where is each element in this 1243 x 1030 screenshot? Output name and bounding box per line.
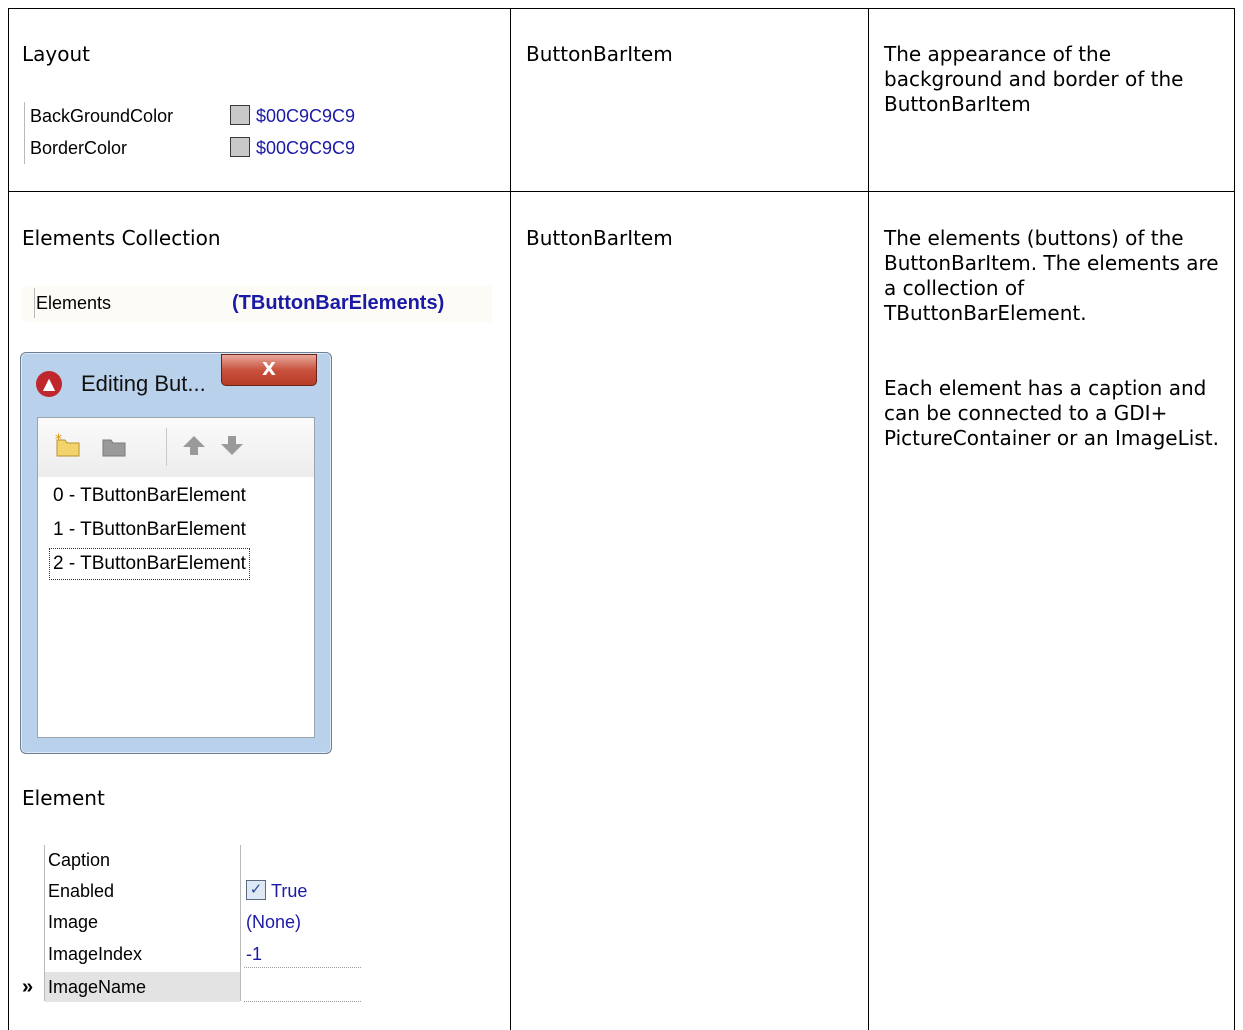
layout-component: ButtonBarItem (526, 42, 673, 66)
prop-name-imageindex[interactable]: ImageIndex (48, 939, 142, 969)
prop-value-bordercolor[interactable]: $00C9C9C9 (230, 133, 355, 163)
color-swatch-icon (230, 137, 250, 158)
row-dotted-divider (244, 967, 362, 968)
prop-name-imagename[interactable]: ImageName (48, 972, 146, 1002)
prop-value-text: $00C9C9C9 (256, 106, 356, 126)
elements-list[interactable]: 0 - TButtonBarElement 1 - TButtonBarElem… (37, 477, 315, 738)
prop-value-backgroundcolor[interactable]: $00C9C9C9 (230, 101, 355, 131)
list-item[interactable]: 0 - TButtonBarElement (50, 481, 249, 511)
app-icon: ▲ (36, 371, 62, 397)
element-property-grid: Caption Enabled ✓ True Image (None) Image… (22, 843, 364, 1003)
add-item-icon[interactable]: * (52, 432, 84, 462)
close-icon: X (262, 359, 276, 380)
table-col-divider-2 (868, 8, 869, 1030)
dialog-title: Editing But... (81, 371, 206, 396)
prop-value-imageindex[interactable]: -1 (246, 939, 262, 969)
prop-value-text: $00C9C9C9 (256, 138, 356, 158)
row-dotted-divider (244, 1001, 362, 1002)
row-selector-icon: » (22, 976, 34, 998)
prop-name-enabled[interactable]: Enabled (48, 876, 114, 906)
prop-value-enabled[interactable]: ✓ True (246, 876, 307, 906)
prop-name-image[interactable]: Image (48, 907, 98, 937)
pg-gutter (34, 288, 35, 318)
layout-property-grid: BackGroundColor $00C9C9C9 BorderColor $0… (22, 100, 402, 166)
element-heading: Element (22, 786, 105, 810)
prop-value-image[interactable]: (None) (246, 907, 301, 937)
move-up-icon[interactable] (178, 432, 210, 462)
toolbar-separator (166, 428, 167, 466)
list-item-focused[interactable]: 2 - TButtonBarElement (49, 548, 250, 580)
table-col-divider-1 (510, 8, 511, 1030)
elements-description-2: Each element has a caption and can be co… (884, 376, 1219, 450)
collection-editor-dialog: ▲ Editing But... X * 0 - TButtonBarEleme… (20, 352, 332, 754)
prop-value-elements[interactable]: (TButtonBarElements) (232, 288, 444, 318)
prop-name-backgroundcolor[interactable]: BackGroundColor (30, 101, 173, 131)
prop-name-caption[interactable]: Caption (48, 845, 110, 875)
delete-item-icon[interactable] (98, 432, 130, 462)
dialog-toolbar: * (37, 417, 315, 479)
prop-name-bordercolor[interactable]: BorderColor (30, 133, 127, 163)
elements-property-grid: Elements (TButtonBarElements) (22, 286, 492, 322)
elements-collection-heading: Elements Collection (22, 226, 221, 250)
color-swatch-icon (230, 105, 250, 126)
layout-heading: Layout (22, 42, 90, 66)
table-row-divider (8, 191, 1235, 192)
prop-value-text: True (271, 881, 308, 901)
list-item[interactable]: 1 - TButtonBarElement (50, 515, 249, 545)
move-down-icon[interactable] (216, 432, 248, 462)
close-button[interactable]: X (221, 354, 317, 386)
pg-column-divider (240, 845, 241, 1001)
table-border-top (8, 8, 1235, 9)
elements-description-1: The elements (buttons) of the ButtonBarI… (884, 226, 1219, 325)
svg-text:*: * (55, 432, 62, 448)
table-border-right (1234, 8, 1235, 1030)
elements-component: ButtonBarItem (526, 226, 673, 250)
checkbox-checked-icon[interactable]: ✓ (246, 880, 266, 901)
table-border-left (8, 8, 9, 1030)
prop-name-elements[interactable]: Elements (36, 288, 111, 318)
pg-gutter (24, 102, 25, 164)
layout-description: The appearance of the background and bor… (884, 42, 1184, 116)
